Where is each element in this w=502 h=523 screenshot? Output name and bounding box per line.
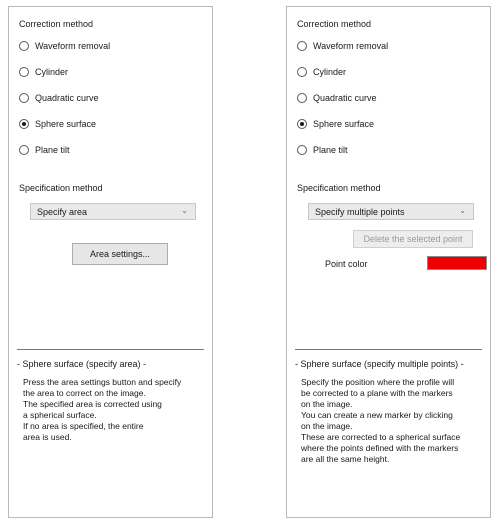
radio-cylinder[interactable]: Cylinder: [297, 67, 346, 77]
radio-label: Waveform removal: [313, 41, 389, 51]
correction-method-title: Correction method: [19, 19, 94, 29]
radio-button-icon: [19, 145, 29, 155]
radio-label: Sphere surface: [313, 119, 375, 129]
description-line: a spherical surface.: [23, 410, 97, 420]
radio-label: Quadratic curve: [35, 93, 99, 103]
description-title: - Sphere surface (specify multiple point…: [295, 359, 464, 369]
radio-button-icon: [19, 67, 29, 77]
radio-waveform-removal[interactable]: Waveform removal: [297, 41, 388, 51]
radio-label: Plane tilt: [313, 145, 348, 155]
specification-method-value: Specify area: [37, 206, 88, 217]
description-title: - Sphere surface (specify area) -: [17, 359, 147, 369]
radio-button-icon: [297, 93, 307, 103]
correction-method-title: Correction method: [297, 19, 372, 29]
specification-method-title: Specification method: [19, 183, 103, 193]
radio-plane-tilt[interactable]: Plane tilt: [19, 145, 70, 155]
chevron-down-icon: ⌄: [181, 206, 188, 215]
radio-quadratic-curve[interactable]: Quadratic curve: [19, 93, 99, 103]
radio-label: Cylinder: [35, 67, 69, 77]
chevron-down-icon: ⌄: [459, 206, 466, 215]
delete-selected-point-button[interactable]: Delete the selected point: [353, 230, 473, 248]
area-settings-button[interactable]: Area settings...: [72, 243, 168, 265]
radio-sphere-surface[interactable]: Sphere surface: [297, 119, 374, 129]
radio-button-icon: [297, 145, 307, 155]
radio-button-icon: [297, 41, 307, 51]
point-color-label: Point color: [325, 259, 368, 269]
specification-method-select[interactable]: Specify multiple points ⌄: [308, 203, 474, 220]
radio-button-checked-icon: [297, 119, 307, 129]
point-color-swatch[interactable]: [427, 256, 487, 270]
description-line: If no area is specified, the entire: [23, 421, 144, 431]
radio-label: Cylinder: [313, 67, 347, 77]
radio-waveform-removal[interactable]: Waveform removal: [19, 41, 110, 51]
description-text: Specify the position where the profile w…: [301, 377, 481, 465]
description-line: on the image.: [301, 421, 353, 431]
description-line: area is used.: [23, 432, 72, 442]
description-line: These are corrected to a spherical surfa…: [301, 432, 461, 442]
radio-label: Plane tilt: [35, 145, 70, 155]
radio-cylinder[interactable]: Cylinder: [19, 67, 68, 77]
divider: [295, 349, 482, 350]
settings-panel-specify-area: Correction method Waveform removal Cylin…: [8, 6, 213, 518]
specification-method-title: Specification method: [297, 183, 381, 193]
settings-panel-specify-multiple-points: Correction method Waveform removal Cylin…: [286, 6, 491, 518]
description-line: Specify the position where the profile w…: [301, 377, 455, 387]
description-line: are all the same height.: [301, 454, 390, 464]
radio-label: Sphere surface: [35, 119, 97, 129]
description-line: be corrected to a plane with the markers: [301, 388, 453, 398]
specification-method-value: Specify multiple points: [315, 206, 405, 217]
divider: [17, 349, 204, 350]
description-text: Press the area settings button and speci…: [23, 377, 203, 443]
radio-button-icon: [19, 41, 29, 51]
radio-button-icon: [297, 67, 307, 77]
description-line: where the points defined with the marker…: [301, 443, 459, 453]
description-line: on the image.: [301, 399, 353, 409]
radio-label: Quadratic curve: [313, 93, 377, 103]
radio-quadratic-curve[interactable]: Quadratic curve: [297, 93, 377, 103]
radio-button-checked-icon: [19, 119, 29, 129]
radio-button-icon: [19, 93, 29, 103]
description-line: Press the area settings button and speci…: [23, 377, 182, 387]
radio-plane-tilt[interactable]: Plane tilt: [297, 145, 348, 155]
description-line: The specified area is corrected using: [23, 399, 162, 409]
description-line: the area to correct on the image.: [23, 388, 146, 398]
description-line: You can create a new marker by clicking: [301, 410, 453, 420]
specification-method-select[interactable]: Specify area ⌄: [30, 203, 196, 220]
radio-label: Waveform removal: [35, 41, 111, 51]
radio-sphere-surface[interactable]: Sphere surface: [19, 119, 96, 129]
